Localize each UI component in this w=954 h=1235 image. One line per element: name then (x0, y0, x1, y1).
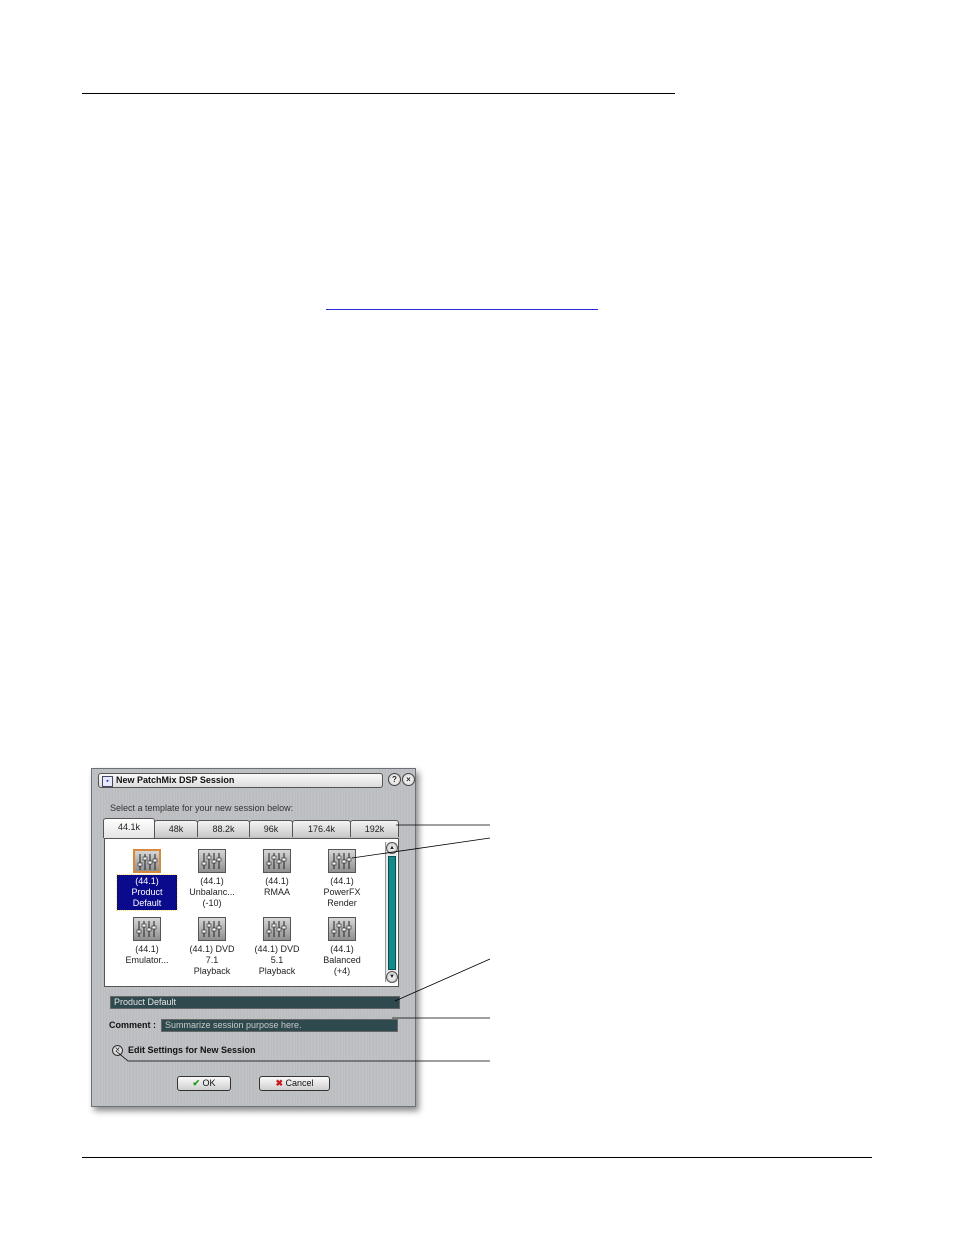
template-item[interactable]: (44.1) DVD 7.1 Playback (182, 917, 242, 978)
template-label-line: (+4) (333, 966, 351, 976)
dialog-title: New PatchMix DSP Session (116, 775, 235, 785)
bottom-rule (82, 1157, 872, 1158)
template-label-line: 5.1 (270, 955, 284, 965)
tab-48k[interactable]: 48k (154, 820, 198, 837)
ok-label: OK (202, 1078, 216, 1088)
template-item[interactable]: (44.1) Balanced (+4) (312, 917, 372, 978)
template-label: (44.1) Emulator... (117, 943, 177, 967)
template-label-line: (44.1) DVD (254, 944, 300, 954)
tab-44-1k[interactable]: 44.1k (103, 818, 155, 838)
help-button[interactable]: ? (388, 773, 401, 786)
session-name-field[interactable]: Product Default (110, 996, 400, 1009)
vertical-scrollbar[interactable]: ▲ ▼ (385, 842, 398, 983)
template-label-line: (44.1) (135, 944, 159, 954)
instruction-text: Select a template for your new session b… (110, 803, 294, 813)
mixer-faders-icon[interactable] (198, 917, 226, 941)
template-label: (44.1) Product Default (116, 874, 178, 911)
tab-192k[interactable]: 192k (350, 820, 399, 837)
template-label-line: (44.1) DVD (189, 944, 235, 954)
template-label-line: Default (132, 898, 162, 908)
template-label-line: (44.1) (330, 876, 354, 886)
template-label-line: (44.1) (265, 876, 289, 886)
template-label: (44.1) DVD 7.1 Playback (182, 943, 242, 978)
template-label-line: 7.1 (205, 955, 219, 965)
template-label-line: RMAA (263, 887, 290, 897)
template-item[interactable]: (44.1) DVD 5.1 Playback (247, 917, 307, 978)
template-label-line: Emulator... (125, 955, 169, 965)
tab-96k[interactable]: 96k (249, 820, 293, 837)
template-list[interactable]: (44.1) Product Default (44.1) Unbalanc... (-1… (104, 838, 399, 987)
mixer-faders-icon[interactable] (263, 849, 291, 873)
mixer-faders-icon[interactable] (133, 849, 161, 873)
mixer-faders-icon[interactable] (263, 917, 291, 941)
tab-88-2k[interactable]: 88.2k (197, 820, 250, 837)
template-label: (44.1) Balanced (+4) (312, 943, 372, 978)
template-item[interactable]: (44.1) Product Default (116, 849, 178, 911)
mixer-faders-icon[interactable] (133, 917, 161, 941)
new-session-dialog: ▪ New PatchMix DSP Session ? × Select a … (91, 768, 416, 1107)
cancel-button[interactable]: ✖ Cancel (259, 1076, 330, 1091)
template-label-line: Balanced (323, 955, 361, 965)
close-button[interactable]: × (402, 773, 415, 786)
template-label: (44.1) PowerFX Render (312, 875, 372, 910)
template-label-line: Playback (193, 966, 231, 976)
checkmark-icon: ✔ (192, 1078, 200, 1088)
cancel-x-icon: ✖ (275, 1078, 283, 1088)
scroll-up-icon[interactable]: ▲ (386, 842, 398, 854)
mixer-faders-icon[interactable] (328, 917, 356, 941)
edit-settings-label[interactable]: Edit Settings for New Session (128, 1045, 256, 1055)
link-underline[interactable] (326, 309, 598, 310)
template-item[interactable]: (44.1) Unbalanc... (-10) (182, 849, 242, 910)
template-label-line: (44.1) (200, 876, 224, 886)
template-label-line: (44.1) (135, 876, 159, 886)
template-label: (44.1) RMAA (247, 875, 307, 899)
top-rule (82, 93, 675, 94)
mixer-faders-icon[interactable] (198, 849, 226, 873)
cancel-label: Cancel (285, 1078, 314, 1088)
template-item[interactable]: (44.1) Emulator... (117, 917, 177, 967)
mixer-faders-icon[interactable] (328, 849, 356, 873)
template-label-line: Playback (258, 966, 296, 976)
tab-176-4k[interactable]: 176.4k (292, 820, 351, 837)
template-item[interactable]: (44.1) PowerFX Render (312, 849, 372, 910)
template-label-line: (-10) (202, 898, 222, 908)
template-label: (44.1) DVD 5.1 Playback (247, 943, 307, 978)
comment-label: Comment : (109, 1020, 156, 1030)
edit-settings-checkbox[interactable]: ✕ (112, 1045, 123, 1056)
template-label: (44.1) Unbalanc... (-10) (182, 875, 242, 910)
template-label-line: Render (327, 898, 357, 908)
template-item[interactable]: (44.1) RMAA (247, 849, 307, 899)
scroll-down-icon[interactable]: ▼ (386, 971, 398, 983)
template-label-line: Unbalanc... (189, 887, 235, 897)
ok-button[interactable]: ✔ OK (177, 1076, 231, 1091)
title-bar[interactable]: ▪ New PatchMix DSP Session (98, 773, 383, 788)
template-label-line: (44.1) (330, 944, 354, 954)
comment-field[interactable]: Summarize session purpose here. (161, 1019, 398, 1032)
scroll-thumb[interactable] (388, 856, 396, 970)
template-label-line: Product (131, 887, 163, 897)
window-icon[interactable]: ▪ (102, 776, 113, 787)
template-label-line: PowerFX (323, 887, 361, 897)
